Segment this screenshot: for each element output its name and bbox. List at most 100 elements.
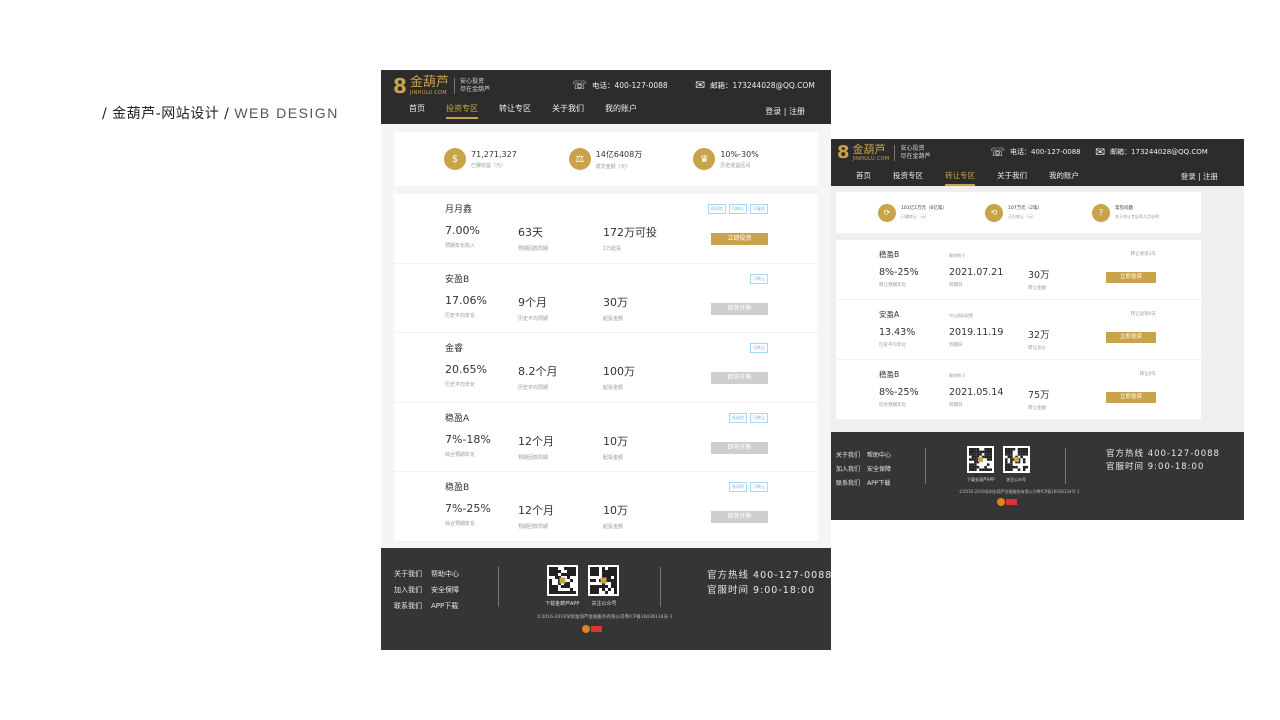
qr-wechat[interactable]: 关注公众号 (1002, 446, 1030, 483)
footer-link-contact[interactable]: 联系我们 (836, 478, 867, 487)
footer-link-about[interactable]: 关于我们 (394, 569, 431, 579)
site-header: 8 金葫芦 JINHULU.COM 安心投资 尽在金葫芦 ☏ 电话：400-12… (831, 139, 1244, 186)
coming-soon-button[interactable]: 即将开售 (711, 302, 768, 315)
nav-transfer[interactable]: 转让专区 (945, 170, 975, 186)
product-tags: 低风险 可转让 (726, 412, 768, 423)
product-term-label: 历史平均周期 (518, 385, 549, 391)
hours-text: 官服时间 9:00-18:00 (1106, 462, 1205, 472)
login-register-link[interactable]: 登录 | 注册 (765, 106, 805, 117)
nav-account[interactable]: 我的账户 (605, 103, 637, 119)
product-tag: 可转让 (750, 412, 768, 423)
phone-text: 电话：400-127-0088 (1010, 148, 1081, 156)
product-tag: 低风险 (729, 412, 747, 423)
invest-now-button[interactable]: 立即投资 (1106, 272, 1156, 283)
coming-soon-button[interactable]: 即将开售 (711, 511, 768, 523)
logo[interactable]: 8 金葫芦 JINHULU.COM 安心投资 尽在金葫芦 (393, 76, 490, 97)
stat-volume: ⚖ 14亿6408万 成交金额（元） (568, 148, 694, 170)
phone-contact: ☏ 电话：400-127-0088 (572, 78, 668, 92)
product-rate-label: 综合预期年化 (445, 521, 476, 527)
transfer-rate: 13.43% 历史平均年化 (879, 313, 915, 348)
logo[interactable]: 8 金葫芦 JINHULU.COM 安心投资 尽在金葫芦 (837, 142, 930, 163)
product-amount: 10万 起投金额 (603, 502, 628, 530)
product-term-label: 历史平均周期 (518, 315, 549, 322)
qr-wechat-label: 关注公众号 (591, 601, 617, 607)
product-tag: 可转让 (750, 273, 768, 284)
phone-text: 电话：400-127-0088 (592, 80, 668, 90)
product-term: 12个月 预期回款周期 (518, 502, 554, 530)
login-register-link[interactable]: 登录 | 注册 (1181, 171, 1218, 182)
nav-about[interactable]: 关于我们 (997, 170, 1027, 186)
footer-divider (660, 567, 661, 607)
coming-soon-button[interactable]: 即将开售 (711, 441, 768, 454)
footer-link-contact[interactable]: 联系我们 (394, 601, 431, 611)
qr-code-icon (548, 567, 576, 594)
nav-home[interactable]: 首页 (409, 103, 425, 119)
refresh-cycle-icon: ⟳ (878, 203, 896, 222)
transfer-row: 稳盈B 转让承诺3天 8%-25% 转让预期年化 剩余期 4 2021.07.2… (836, 240, 1201, 300)
nav-invest[interactable]: 投资专区 (893, 170, 923, 186)
transfer-date: 剩余期 3 2021.05.14 到期日 (949, 373, 1003, 408)
service-info: 官方热线 400-127-0088 官服时间 9:00-18:00 (707, 568, 832, 598)
stat-transferring: ⟲ 107万元（2笔） 正在转让（元） (985, 203, 1092, 222)
gourd-logo-icon: 8 (837, 142, 850, 163)
stat-faq[interactable]: ? 常见问题 关于转让专区的几点说明 (1092, 203, 1199, 222)
transfer-list: 稳盈B 转让承诺3天 8%-25% 转让预期年化 剩余期 4 2021.07.2… (836, 240, 1201, 420)
qr-codes: 下载金葫芦APP 关注公众号 (967, 446, 1030, 483)
footer-link-app[interactable]: APP下载 (867, 478, 903, 487)
product-list: 月月鑫 低风险 可转让 可复投 7.00% 预期年化收入 63天 预期回款周期 17… (394, 194, 818, 542)
footer-link-about[interactable]: 关于我们 (836, 450, 867, 459)
footer-link-security[interactable]: 安全保障 (867, 464, 903, 473)
invest-now-button[interactable]: 立即投资 (711, 233, 768, 245)
stat-value: 10%-30% (720, 149, 759, 159)
transfer-date-sub: 剩余期 3 (949, 373, 965, 378)
stat-label: 关于转让专区的几点说明 (1115, 214, 1159, 219)
copyright-text: ©2016-2019深圳金葫芦金融服务有限公司粤ICP备16036134号-1 (537, 615, 673, 620)
footer-link-help[interactable]: 帮助中心 (867, 450, 903, 459)
qr-wechat[interactable]: 关注公众号 (588, 565, 620, 607)
transfer-date-label: 到期日 (949, 283, 963, 288)
product-term-value: 8.2个月 (518, 365, 558, 378)
product-row: 月月鑫 低风险 可转让 可复投 7.00% 预期年化收入 63天 预期回款周期 17… (394, 194, 818, 264)
site-header: 8 金葫芦 JINHULU.COM 安心投资 尽在金葫芦 ☏ 电话：400-12… (381, 70, 831, 124)
footer-link-app[interactable]: APP下载 (431, 601, 471, 611)
product-term-label: 预期回款周期 (518, 246, 549, 252)
product-amount-value: 10万 (603, 504, 628, 517)
qr-app[interactable]: 下载金葫芦APP (967, 446, 995, 483)
nav-invest[interactable]: 投资专区 (446, 103, 478, 119)
product-amount-label: 起投金额 (603, 524, 624, 530)
invest-now-button[interactable]: 立即投资 (1106, 392, 1156, 403)
transfer-rate-value: 13.43% (879, 327, 916, 338)
product-tag: 低风险 (708, 204, 726, 214)
product-rate: 20.65% 历史平均年化 (445, 363, 487, 388)
product-amount-value: 100万 (603, 365, 635, 378)
qr-app[interactable]: 下载金葫芦APP (545, 565, 579, 607)
invest-now-button[interactable]: 立即投资 (1106, 332, 1156, 343)
nav-transfer[interactable]: 转让专区 (499, 103, 531, 119)
transfer-amount-label: 转让总价 (1028, 346, 1046, 351)
transfer-amount-label: 转让金额 (1028, 286, 1046, 291)
footer-link-help[interactable]: 帮助中心 (431, 569, 471, 579)
main-nav: 首页 投资专区 转让专区 关于我们 我的账户 (856, 170, 1101, 186)
footer-link-join[interactable]: 加入我们 (394, 585, 431, 595)
footer-link-join[interactable]: 加入我们 (836, 464, 867, 473)
stat-label: 历史收益区间 (720, 162, 751, 169)
product-row: 稳盈A 低风险 可转让 7%-18% 综合预期年化 12个月 预期回款周期 10万… (394, 403, 818, 472)
transfer-rate: 8%-25% 转让预期年化 (879, 253, 919, 288)
transfer-date: 中山国际配置 2019.11.19 到期日 (949, 313, 1003, 348)
product-tags: 可转让 (747, 343, 768, 353)
transfer-note: 转让0天 (1139, 372, 1156, 377)
footer-link-security[interactable]: 安全保障 (431, 585, 471, 595)
nav-account[interactable]: 我的账户 (1049, 170, 1079, 186)
email-contact: ✉ 邮箱：173244028@QQ.COM (1095, 145, 1208, 159)
nav-home[interactable]: 首页 (856, 170, 871, 186)
product-amount-value: 172万可投 (603, 226, 657, 239)
qr-app-label: 下载金葫芦APP (967, 477, 995, 482)
page-caption: / 金葫芦-网站设计 / WEB DESIGN (102, 103, 339, 123)
product-term-value: 12个月 (518, 434, 554, 448)
transfer-rate-label: 综合预期年化 (879, 403, 906, 408)
transfer-date-label: 到期日 (949, 343, 963, 348)
coming-soon-button[interactable]: 即将开售 (711, 372, 768, 384)
stat-value: 101亿1万元（6亿笔） (901, 206, 947, 211)
product-tag: 可复投 (750, 204, 768, 214)
nav-about[interactable]: 关于我们 (552, 103, 584, 119)
